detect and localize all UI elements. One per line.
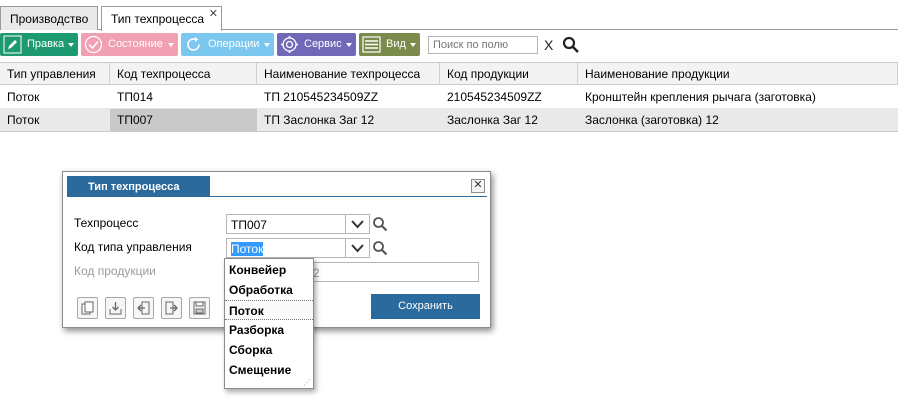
state-menu-button[interactable]: Состояние <box>81 33 178 56</box>
product-code-label: Код продукции <box>74 264 156 278</box>
column-header[interactable]: Наименование техпроцесса <box>257 63 440 85</box>
list-view-icon <box>362 36 381 53</box>
chevron-down-icon <box>351 244 364 253</box>
lookup-search-icon[interactable] <box>372 216 388 232</box>
chevron-down-icon <box>410 43 416 47</box>
search-icon[interactable] <box>562 36 580 54</box>
chevron-down-icon <box>346 43 352 47</box>
copy-icon <box>81 301 94 315</box>
dropdown-option[interactable]: Разборка <box>225 320 313 340</box>
dialog-title-underline <box>67 196 487 197</box>
check-circle-icon <box>84 35 103 54</box>
column-header[interactable]: Код продукции <box>440 63 578 85</box>
chevron-down-icon <box>351 220 364 229</box>
lookup-search-icon[interactable] <box>372 240 388 256</box>
chevron-down-icon <box>68 43 74 47</box>
toolbar: Правка Состояние Операции Сервис Вид Пои… <box>0 33 898 57</box>
save-button[interactable]: Сохранить <box>371 294 480 319</box>
table-cell-focused: ТП007 <box>110 109 257 131</box>
tab-process-type[interactable]: Тип техпроцесса ✕ <box>101 6 222 31</box>
table-cell: ТП014 <box>117 90 153 104</box>
dropdown-option[interactable]: Сборка <box>225 340 313 360</box>
control-type-value: Поток <box>231 242 264 256</box>
control-type-label: Код типа управления <box>74 240 192 254</box>
close-icon[interactable]: ✕ <box>471 179 485 193</box>
table-cell: ТП 210545234509ZZ <box>264 90 379 104</box>
export-button[interactable] <box>161 297 182 319</box>
tab-production[interactable]: Производство <box>0 6 98 30</box>
operations-menu-button[interactable]: Операции <box>181 33 274 56</box>
tab-bar: Производство Тип техпроцесса ✕ <box>0 0 898 31</box>
import-icon <box>137 301 150 315</box>
process-label: Техпроцесс <box>74 216 139 230</box>
control-type-dropdown-list: Конвейер Обработка Поток Разборка Сборка… <box>224 258 314 389</box>
process-field[interactable]: ТП007 <box>226 214 346 234</box>
resize-grip-icon[interactable]: ⋰ <box>303 378 311 387</box>
service-menu-button[interactable]: Сервис <box>277 33 356 56</box>
dialog-title: Тип техпроцесса <box>67 176 210 196</box>
column-header[interactable]: Тип управления <box>0 63 110 85</box>
gear-icon <box>281 36 298 53</box>
table-cell: Заслонка Заг 12 <box>447 113 538 127</box>
table-cell: 210545234509ZZ <box>447 90 542 104</box>
table-cell: ТП Заслонка Заг 12 <box>264 113 375 127</box>
import-button[interactable] <box>133 297 154 319</box>
view-menu-button[interactable]: Вид <box>359 33 420 56</box>
download-icon <box>109 302 122 315</box>
download-button[interactable] <box>105 297 126 319</box>
copy-button[interactable] <box>77 297 98 319</box>
clear-search-button[interactable]: X <box>544 37 553 53</box>
table-cell: Кронштейн крепления рычага (заготовка) <box>585 90 816 104</box>
floppy-disk-icon <box>193 301 206 315</box>
service-menu-label: Сервис <box>304 38 342 50</box>
dropdown-option[interactable]: Смещение <box>225 360 313 380</box>
control-type-dropdown-button[interactable] <box>346 238 370 258</box>
table-cell: Поток <box>7 90 40 104</box>
dropdown-option[interactable]: Обработка <box>225 280 313 300</box>
table-row[interactable]: Поток ТП014 ТП 210545234509ZZ 2105452345… <box>0 86 898 109</box>
table-cell: Поток <box>7 113 40 127</box>
table-cell: Заслонка (заготовка) 12 <box>585 113 719 127</box>
tab-production-label: Производство <box>10 12 89 26</box>
view-menu-label: Вид <box>386 38 406 50</box>
column-header[interactable]: Наименование продукции <box>578 63 898 85</box>
edit-menu-label: Правка <box>27 38 65 50</box>
tab-process-type-label: Тип техпроцесса <box>111 12 205 26</box>
dropdown-option-highlighted[interactable]: Поток <box>225 300 313 320</box>
save-disk-button[interactable] <box>189 297 210 319</box>
edit-menu-button[interactable]: Правка <box>0 33 78 56</box>
state-menu-label: Состояние <box>108 38 163 50</box>
pencil-icon <box>3 35 22 54</box>
table-header: Тип управления Код техпроцесса Наименова… <box>0 62 898 85</box>
dropdown-option[interactable]: Конвейер <box>225 260 313 280</box>
export-icon <box>165 301 178 315</box>
process-dropdown-button[interactable] <box>346 214 370 234</box>
operations-menu-label: Операции <box>208 38 260 50</box>
control-type-field[interactable]: Поток <box>226 238 346 258</box>
chevron-down-icon <box>168 43 174 47</box>
chevron-down-icon <box>264 43 270 47</box>
field-search-input[interactable] <box>428 36 538 54</box>
refresh-icon <box>187 37 200 51</box>
table-row-selected[interactable]: Поток ТП007 ТП Заслонка Заг 12 Заслонка … <box>0 109 898 132</box>
column-header[interactable]: Код техпроцесса <box>110 63 257 85</box>
tab-close-icon[interactable]: ✕ <box>209 7 218 20</box>
